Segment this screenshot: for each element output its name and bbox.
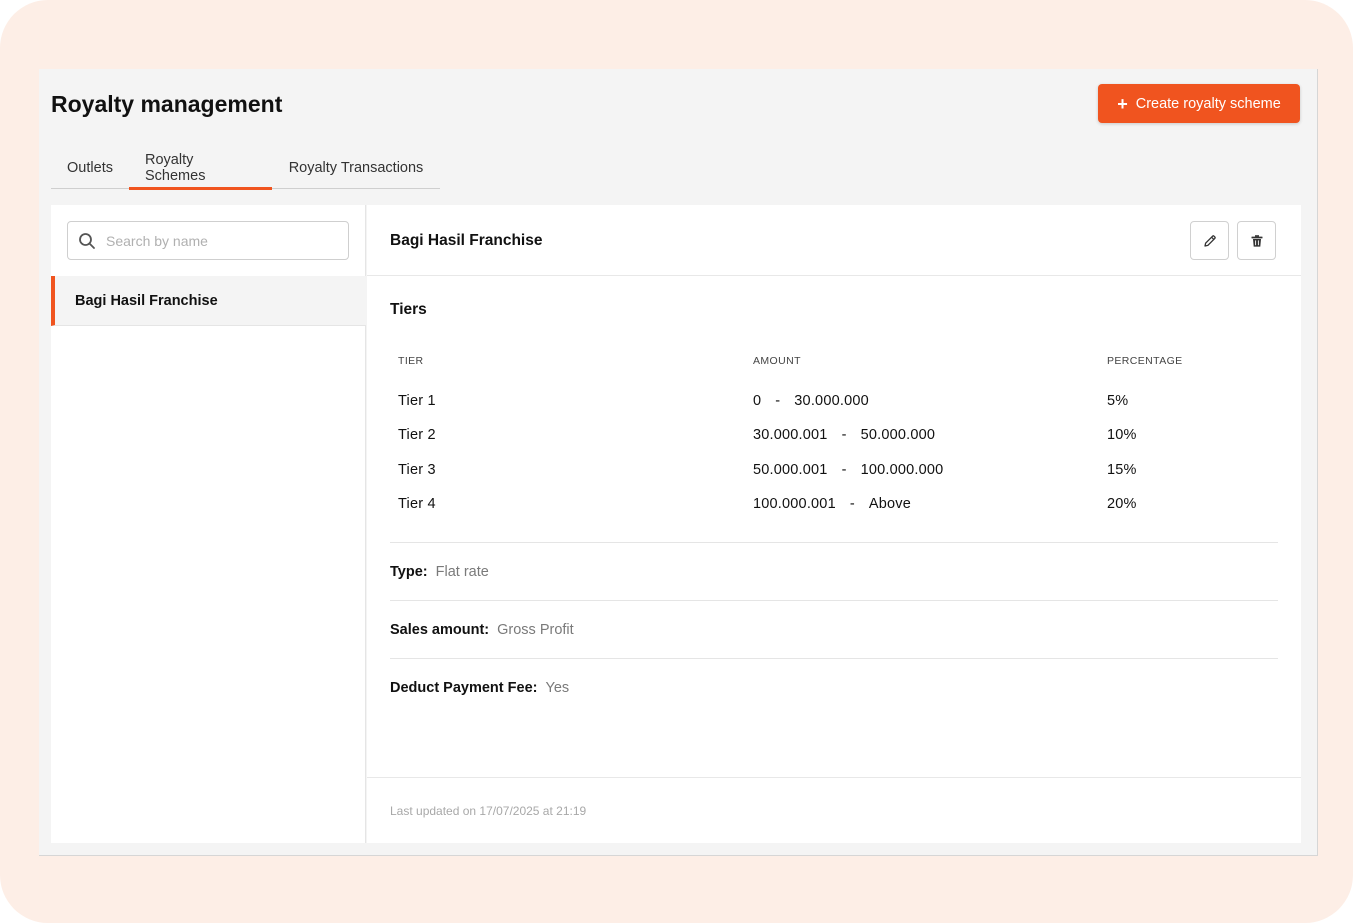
tier-amount: 50.000.001-100.000.000 bbox=[753, 462, 943, 478]
deduct-fee-label: Deduct Payment Fee: bbox=[390, 680, 538, 696]
amount-separator: - bbox=[775, 393, 781, 409]
divider bbox=[390, 542, 1278, 543]
amount-separator: - bbox=[849, 496, 855, 512]
tier-percentage: 20% bbox=[1107, 496, 1137, 512]
tier-amount: 100.000.001- Above bbox=[753, 496, 911, 512]
sales-amount-label: Sales amount: bbox=[390, 622, 490, 638]
divider bbox=[390, 658, 1278, 659]
app-window: Royalty management + Create royalty sche… bbox=[39, 69, 1318, 856]
tier-percentage: 10% bbox=[1107, 427, 1137, 443]
page-title: Royalty management bbox=[51, 91, 283, 117]
tier-name: Tier 2 bbox=[398, 427, 436, 443]
tier-amount: 0-30.000.000 bbox=[753, 393, 869, 409]
scheme-list-panel: Bagi Hasil Franchise bbox=[51, 205, 366, 843]
tier-amount: 30.000.001-50.000.000 bbox=[753, 427, 935, 443]
sales-amount-field: Sales amount: Gross Profit bbox=[390, 622, 574, 638]
edit-button[interactable] bbox=[1190, 221, 1229, 260]
table-row: Tier 4 100.000.001- Above 20% bbox=[367, 488, 1301, 522]
column-header-amount: AMOUNT bbox=[753, 355, 801, 367]
amount-from: 30.000.001 bbox=[753, 427, 828, 443]
amount-to: 100.000.000 bbox=[860, 462, 944, 478]
tab-label: Royalty Transactions bbox=[288, 160, 424, 176]
delete-button[interactable] bbox=[1237, 221, 1276, 260]
table-row: Tier 2 30.000.001-50.000.000 10% bbox=[367, 419, 1301, 453]
search-icon bbox=[79, 232, 95, 249]
amount-separator: - bbox=[841, 427, 847, 443]
tiers-heading: Tiers bbox=[390, 301, 427, 318]
trash-icon bbox=[1251, 234, 1262, 247]
sales-amount-value: Gross Profit bbox=[497, 622, 574, 638]
tab-label: Outlets bbox=[67, 160, 113, 176]
tier-name: Tier 1 bbox=[398, 393, 436, 409]
scheme-list-item[interactable]: Bagi Hasil Franchise bbox=[51, 276, 366, 326]
amount-separator: - bbox=[841, 462, 847, 478]
amount-from: 100.000.001 bbox=[753, 496, 836, 512]
tab-royalty-transactions[interactable]: Royalty Transactions bbox=[272, 147, 440, 189]
tier-name: Tier 4 bbox=[398, 496, 436, 512]
search-input[interactable] bbox=[106, 232, 326, 249]
amount-from: 50.000.001 bbox=[753, 462, 828, 478]
scheme-item-label: Bagi Hasil Franchise bbox=[75, 292, 218, 309]
divider bbox=[390, 600, 1278, 601]
search-box bbox=[67, 221, 349, 260]
column-header-tier: TIER bbox=[398, 355, 424, 367]
pencil-icon bbox=[1203, 234, 1216, 247]
tab-bar: Outlets Royalty Schemes Royalty Transact… bbox=[51, 147, 440, 190]
table-row: Tier 1 0-30.000.000 5% bbox=[367, 385, 1301, 419]
type-field: Type: Flat rate bbox=[390, 564, 489, 580]
table-row: Tier 3 50.000.001-100.000.000 15% bbox=[367, 454, 1301, 488]
deduct-fee-value: Yes bbox=[545, 680, 570, 696]
create-royalty-scheme-button[interactable]: + Create royalty scheme bbox=[1098, 84, 1300, 123]
deduct-payment-fee-field: Deduct Payment Fee: Yes bbox=[390, 680, 569, 696]
column-header-percentage: PERCENTAGE bbox=[1107, 355, 1183, 367]
tab-label: Royalty Schemes bbox=[145, 152, 206, 184]
detail-header: Bagi Hasil Franchise bbox=[367, 205, 1301, 276]
amount-to: 50.000.000 bbox=[860, 427, 936, 443]
detail-title: Bagi Hasil Franchise bbox=[390, 232, 543, 249]
amount-to: 30.000.000 bbox=[794, 393, 869, 409]
plus-icon: + bbox=[1117, 93, 1128, 114]
type-value: Flat rate bbox=[435, 564, 489, 580]
detail-footer: Last updated on 17/07/2025 at 21:19 bbox=[367, 777, 1301, 843]
scheme-detail-panel: Bagi Hasil Franchise Tiers TIER AMOUNT P… bbox=[367, 205, 1301, 843]
tier-percentage: 15% bbox=[1107, 462, 1137, 478]
tier-name: Tier 3 bbox=[398, 462, 436, 478]
tab-royalty-schemes[interactable]: Royalty Schemes bbox=[129, 147, 272, 190]
tier-percentage: 5% bbox=[1107, 393, 1129, 409]
last-updated-text: Last updated on 17/07/2025 at 21:19 bbox=[390, 804, 587, 818]
tab-outlets[interactable]: Outlets bbox=[51, 147, 129, 189]
create-button-label: Create royalty scheme bbox=[1135, 95, 1281, 112]
amount-to: Above bbox=[868, 496, 911, 512]
type-label: Type: bbox=[390, 564, 428, 580]
outer-frame: Royalty management + Create royalty sche… bbox=[0, 0, 1353, 923]
